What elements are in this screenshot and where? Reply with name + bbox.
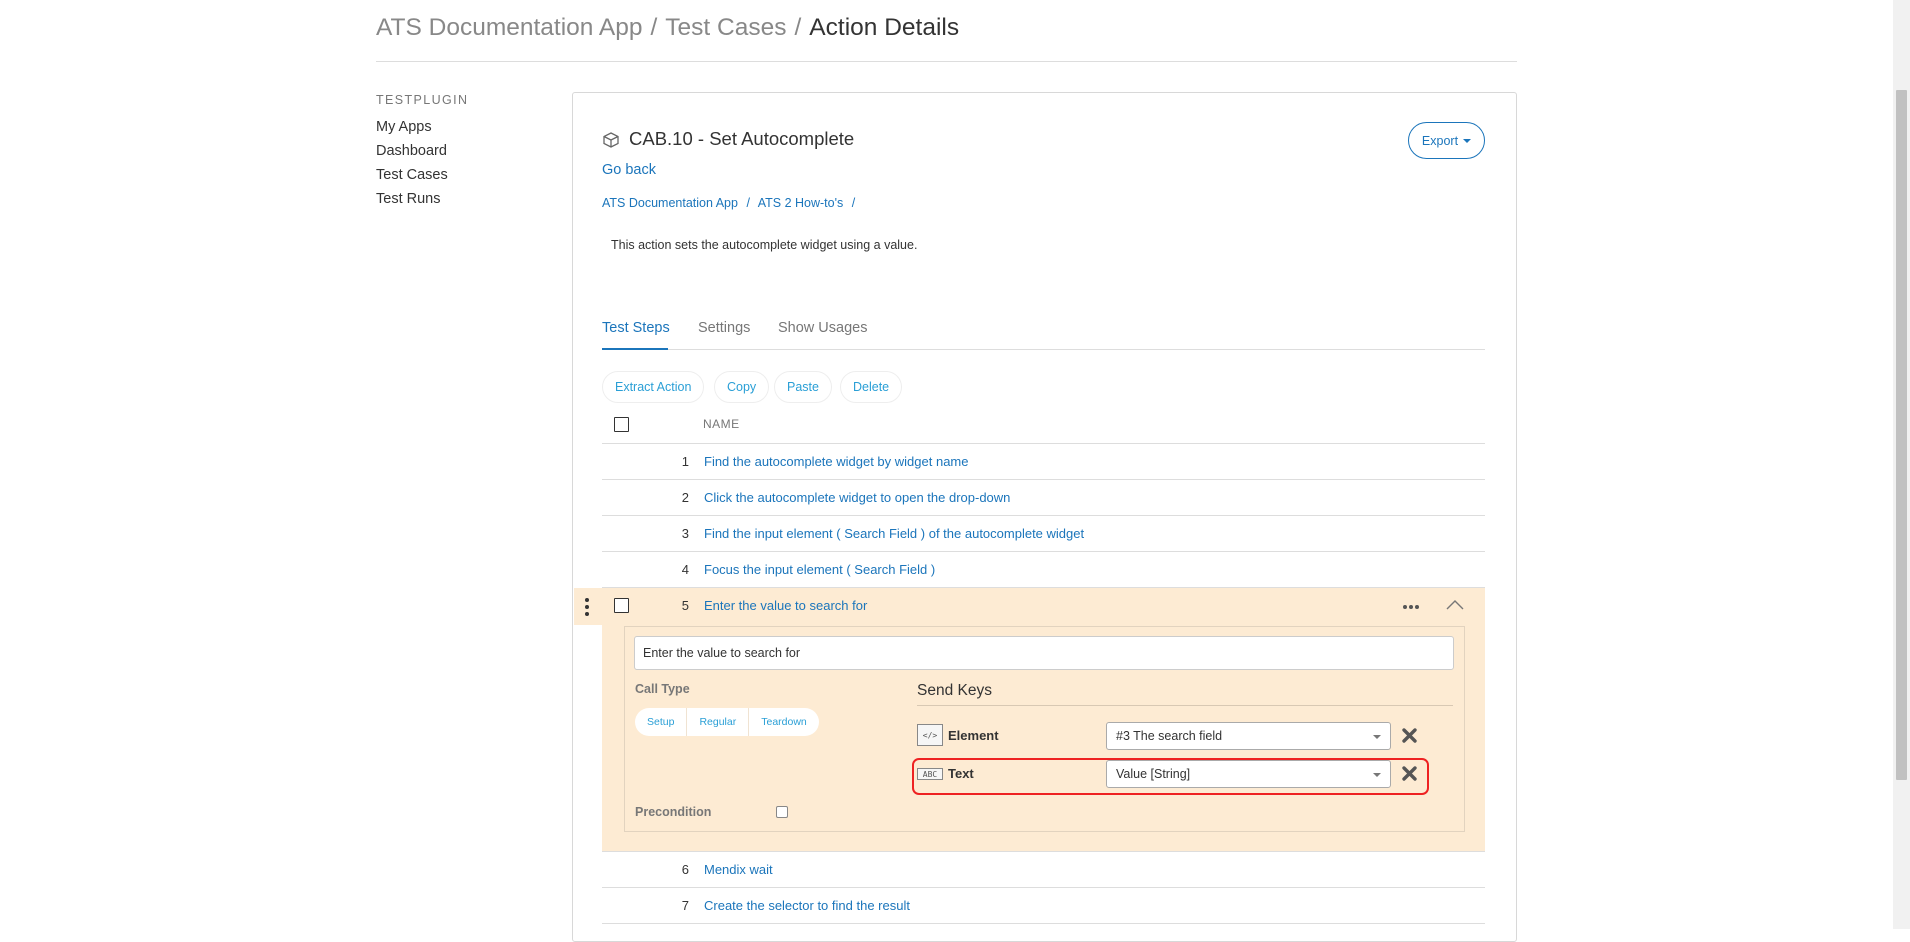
page-title: Action Details — [809, 14, 960, 41]
more-options-icon[interactable] — [1402, 604, 1420, 610]
header-divider — [376, 61, 1517, 62]
precondition-label: Precondition — [635, 805, 712, 819]
step-link[interactable]: Find the input element ( Search Field ) … — [704, 526, 1084, 541]
precondition-checkbox[interactable] — [776, 806, 788, 818]
tab-show-usages[interactable]: Show Usages — [778, 320, 867, 336]
tab-test-steps[interactable]: Test Steps — [602, 320, 670, 336]
sidebar-item-my-apps[interactable]: My Apps — [376, 119, 432, 135]
card-breadcrumb-separator: / — [851, 196, 856, 210]
step-link[interactable]: Create the selector to find the result — [704, 898, 910, 913]
step-link[interactable]: Enter the value to search for — [704, 598, 867, 613]
table-divider — [602, 551, 1485, 552]
paste-button[interactable]: Paste — [774, 371, 832, 403]
sidebar-item-test-cases[interactable]: Test Cases — [376, 167, 448, 183]
table-divider — [602, 515, 1485, 516]
param-label: Element — [948, 728, 999, 743]
table-divider — [602, 443, 1485, 444]
table-divider — [602, 887, 1485, 888]
call-type-selector: Setup Regular Teardown — [635, 708, 819, 736]
element-select[interactable]: #3 The search field — [1106, 722, 1391, 750]
card-breadcrumb-separator: / — [746, 196, 750, 210]
card-breadcrumb-howtos[interactable]: ATS 2 How-to's — [758, 196, 844, 210]
close-icon[interactable] — [1401, 727, 1418, 744]
select-all-checkbox[interactable] — [614, 417, 629, 432]
page-breadcrumb: ATS Documentation App / Test Cases / Action … — [376, 14, 959, 42]
call-type-teardown[interactable]: Teardown — [749, 708, 819, 736]
cube-icon — [603, 132, 619, 148]
call-type-setup[interactable]: Setup — [635, 708, 688, 736]
scrollbar-thumb[interactable] — [1896, 90, 1907, 780]
step-link[interactable]: Find the autocomplete widget by widget n… — [704, 454, 969, 469]
active-tab-indicator — [602, 348, 668, 350]
card-breadcrumb-app[interactable]: ATS Documentation App — [602, 196, 738, 210]
row-checkbox[interactable] — [614, 598, 629, 613]
copy-button[interactable]: Copy — [714, 371, 770, 403]
send-keys-title: Send Keys — [917, 682, 992, 699]
call-type-label: Call Type — [635, 682, 690, 696]
step-link[interactable]: Click the autocomplete widget to open th… — [704, 490, 1010, 505]
breadcrumb-separator: / — [650, 14, 658, 41]
extract-action-button[interactable]: Extract Action — [602, 371, 705, 403]
breadcrumb-separator: / — [794, 14, 802, 41]
sidebar-item-test-runs[interactable]: Test Runs — [376, 191, 440, 207]
step-link[interactable]: Focus the input element ( Search Field ) — [704, 562, 935, 577]
sidebar-item-dashboard[interactable]: Dashboard — [376, 143, 447, 159]
element-type-icon: </> — [917, 724, 943, 746]
row-gutter — [574, 588, 602, 851]
card-breadcrumb: ATS Documentation App / ATS 2 How-to's / — [602, 196, 860, 210]
delete-button[interactable]: Delete — [840, 371, 903, 403]
step-link[interactable]: Mendix wait — [704, 862, 773, 877]
breadcrumb-app[interactable]: ATS Documentation App — [376, 14, 642, 41]
sidebar-title: TESTPLUGIN — [376, 93, 469, 107]
row-number: 5 — [681, 598, 689, 613]
table-divider — [602, 851, 1485, 852]
row-number: 1 — [681, 454, 689, 469]
export-label: Export — [1421, 133, 1459, 148]
element-select-value: #3 The search field — [1116, 729, 1223, 743]
step-name-input[interactable] — [634, 636, 1454, 670]
tabs-divider — [602, 349, 1485, 350]
breadcrumb-test-cases[interactable]: Test Cases — [665, 14, 786, 41]
action-description: This action sets the autocomplete widget… — [611, 238, 918, 252]
action-title: CAB.10 - Set Autocomplete — [629, 128, 855, 149]
table-divider — [602, 923, 1485, 924]
row-number: 2 — [681, 490, 689, 505]
caret-down-icon — [1373, 735, 1381, 739]
row-number: 7 — [681, 898, 689, 913]
row-number: 3 — [681, 526, 689, 541]
table-divider — [602, 479, 1485, 480]
highlight-annotation — [912, 758, 1429, 795]
tab-settings[interactable]: Settings — [698, 320, 750, 336]
caret-down-icon — [1463, 138, 1472, 143]
row-number: 4 — [681, 562, 689, 577]
chevron-up-icon[interactable] — [1446, 598, 1464, 610]
name-column-header: NAME — [703, 417, 740, 431]
drag-handle-icon[interactable] — [584, 597, 590, 617]
send-keys-divider — [917, 705, 1453, 706]
call-type-regular[interactable]: Regular — [687, 708, 750, 736]
go-back-link[interactable]: Go back — [602, 162, 656, 178]
export-button[interactable]: Export — [1408, 122, 1485, 159]
row-number: 6 — [681, 862, 689, 877]
